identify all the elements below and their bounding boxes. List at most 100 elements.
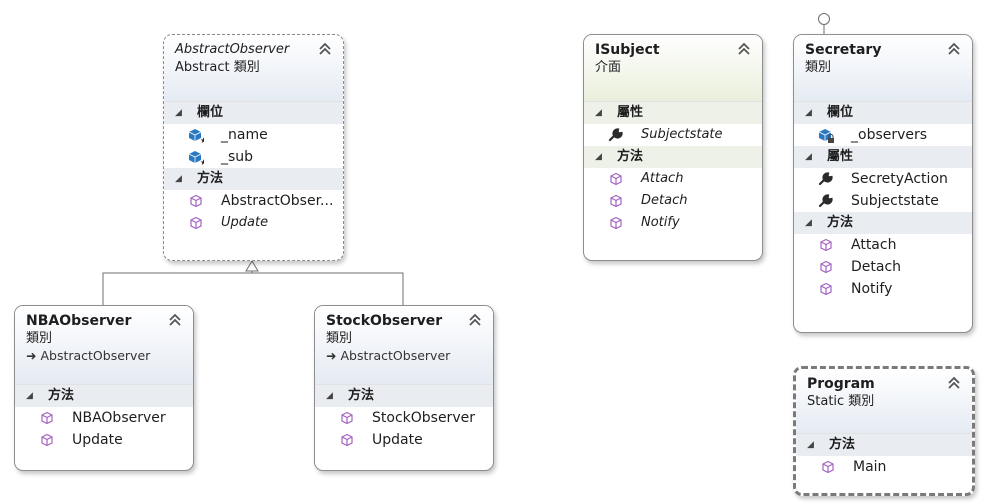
program-class[interactable]: Program Static 類別 ◢ 方法 Main bbox=[793, 366, 975, 496]
member-method[interactable]: Notify bbox=[794, 278, 972, 300]
method-cube-icon bbox=[341, 433, 353, 447]
class-diagram-canvas: AbstractObserver Abstract 類別 ◢欄位 ★ _name… bbox=[0, 0, 983, 504]
method-cube-icon bbox=[190, 216, 202, 230]
member-label: Notify bbox=[851, 281, 893, 297]
chevron-up-icon[interactable] bbox=[946, 375, 962, 391]
method-cube-icon bbox=[341, 411, 353, 425]
section-fields[interactable]: ◢ 欄位 bbox=[164, 102, 343, 124]
interface-name: ISubject bbox=[595, 42, 660, 58]
member-method[interactable]: Notify bbox=[584, 212, 762, 234]
wrench-icon bbox=[818, 172, 833, 186]
member-label: AbstractObser... bbox=[221, 193, 334, 209]
member-method[interactable]: Main bbox=[796, 456, 972, 478]
section-methods[interactable]: ◢ 方法 bbox=[164, 168, 343, 190]
abstract-observer-class[interactable]: AbstractObserver Abstract 類別 ◢欄位 ★ _name… bbox=[163, 34, 344, 261]
expand-triangle-icon: ◢ bbox=[807, 440, 814, 450]
class-kind: Abstract 類別 bbox=[175, 60, 260, 75]
chevron-up-icon[interactable] bbox=[167, 312, 183, 328]
member-label: Main bbox=[853, 459, 887, 475]
member-label: _observers bbox=[851, 127, 928, 143]
expand-triangle-icon: ◢ bbox=[805, 152, 812, 162]
class-kind: 類別 bbox=[26, 331, 53, 346]
wrench-icon bbox=[818, 194, 833, 208]
section-methods[interactable]: ◢ 方法 bbox=[15, 385, 193, 407]
section-methods[interactable]: ◢ 方法 bbox=[796, 434, 972, 456]
method-cube-icon bbox=[610, 216, 622, 230]
expand-triangle-icon: ◢ bbox=[326, 391, 333, 401]
member-label: _name bbox=[221, 127, 268, 143]
member-label: Subjectstate bbox=[851, 193, 939, 209]
class-kind: Static 類別 bbox=[807, 394, 875, 409]
member-method[interactable]: Attach bbox=[584, 168, 762, 190]
method-cube-icon bbox=[610, 194, 622, 208]
member-field[interactable]: _observers bbox=[794, 124, 972, 146]
stock-observer-class[interactable]: StockObserver 類別 ➜ AbstractObserver ◢ 方法 … bbox=[314, 305, 494, 471]
base-class-ref: ➜ AbstractObserver bbox=[326, 348, 451, 363]
program-header: Program Static 類別 bbox=[796, 369, 972, 434]
member-label: Attach bbox=[641, 171, 684, 186]
method-cube-icon bbox=[610, 172, 622, 186]
base-class-ref: ➜ AbstractObserver bbox=[26, 348, 151, 363]
member-method[interactable]: Detach bbox=[584, 190, 762, 212]
method-cube-icon bbox=[820, 260, 832, 274]
svg-text:★: ★ bbox=[200, 136, 204, 143]
chevron-up-icon[interactable] bbox=[736, 41, 752, 57]
private-field-lock-icon bbox=[818, 129, 834, 143]
member-method[interactable]: Update bbox=[15, 429, 193, 451]
section-methods[interactable]: ◢ 方法 bbox=[315, 385, 493, 407]
method-cube-icon bbox=[41, 433, 53, 447]
section-fields[interactable]: ◢ 欄位 bbox=[794, 102, 972, 124]
section-methods[interactable]: ◢ 方法 bbox=[584, 146, 762, 168]
member-method[interactable]: Detach bbox=[794, 256, 972, 278]
interface-lollipop[interactable] bbox=[818, 13, 830, 25]
member-property[interactable]: Subjectstate bbox=[584, 124, 762, 146]
member-label: SecretyAction bbox=[851, 171, 948, 187]
class-name: NBAObserver bbox=[26, 313, 132, 329]
member-label: Update bbox=[221, 215, 269, 230]
expand-triangle-icon: ◢ bbox=[805, 218, 812, 228]
chevron-up-icon[interactable] bbox=[317, 41, 333, 57]
inheritance-line-stock bbox=[251, 271, 404, 305]
member-label: _sub bbox=[221, 149, 254, 165]
class-name: AbstractObserver bbox=[175, 42, 290, 57]
member-field[interactable]: ★ _name bbox=[164, 124, 343, 146]
member-field[interactable]: ★ _sub bbox=[164, 146, 343, 168]
stock-observer-header: StockObserver 類別 ➜ AbstractObserver bbox=[315, 306, 493, 385]
nba-observer-class[interactable]: NBAObserver 類別 ➜ AbstractObserver ◢ 方法 NB… bbox=[14, 305, 194, 471]
section-properties[interactable]: ◢ 屬性 bbox=[794, 146, 972, 168]
class-kind: 類別 bbox=[326, 331, 353, 346]
chevron-up-icon[interactable] bbox=[467, 312, 483, 328]
inherits-arrow-icon: ➜ bbox=[26, 348, 41, 363]
expand-triangle-icon: ◢ bbox=[805, 108, 812, 118]
method-cube-icon bbox=[822, 460, 834, 474]
class-kind: 類別 bbox=[805, 60, 832, 75]
member-label: Update bbox=[372, 432, 423, 448]
chevron-up-icon[interactable] bbox=[946, 41, 962, 57]
secretary-header: Secretary 類別 bbox=[794, 35, 972, 102]
member-method[interactable]: NBAObserver bbox=[15, 407, 193, 429]
member-label: StockObserver bbox=[372, 410, 475, 426]
secretary-class[interactable]: Secretary 類別 ◢ 欄位 _observers ◢ 屬性 SecretyA… bbox=[793, 34, 973, 333]
section-methods[interactable]: ◢ 方法 bbox=[794, 212, 972, 234]
member-property[interactable]: Subjectstate bbox=[794, 190, 972, 212]
method-cube-icon bbox=[820, 238, 832, 252]
isubject-interface[interactable]: ISubject 介面 ◢ 屬性 Subjectstate ◢ 方法 Attach … bbox=[583, 34, 763, 261]
expand-triangle-icon: ◢ bbox=[175, 108, 182, 118]
member-property[interactable]: SecretyAction bbox=[794, 168, 972, 190]
member-label: Detach bbox=[851, 259, 902, 275]
member-label: Subjectstate bbox=[641, 127, 723, 142]
class-name: Secretary bbox=[805, 42, 882, 58]
member-method[interactable]: StockObserver bbox=[315, 407, 493, 429]
method-cube-icon bbox=[190, 194, 202, 208]
svg-text:★: ★ bbox=[200, 158, 204, 165]
member-method[interactable]: AbstractObser... bbox=[164, 190, 343, 212]
section-properties[interactable]: ◢ 屬性 bbox=[584, 102, 762, 124]
expand-triangle-icon: ◢ bbox=[595, 108, 602, 118]
wrench-icon bbox=[608, 128, 623, 142]
member-method[interactable]: Attach bbox=[794, 234, 972, 256]
member-method[interactable]: Update bbox=[315, 429, 493, 451]
member-method[interactable]: Update bbox=[164, 212, 343, 234]
member-label: Notify bbox=[641, 215, 680, 230]
protected-field-icon: ★ bbox=[188, 129, 204, 143]
inheritance-arrowhead bbox=[245, 260, 259, 272]
